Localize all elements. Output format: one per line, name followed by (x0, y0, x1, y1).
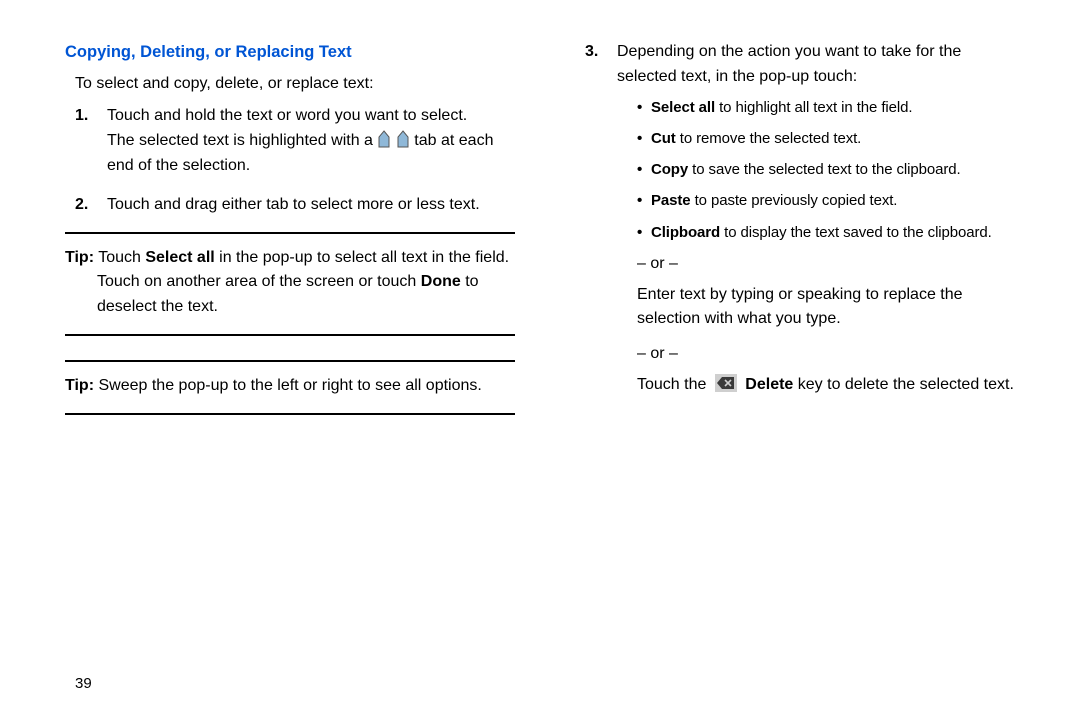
option-cut: Cut to remove the selected text. (637, 127, 1025, 150)
selection-tab-left-icon (377, 129, 391, 149)
tip-label: Tip: (65, 249, 94, 266)
step-3-text: Depending on the action you want to take… (617, 43, 961, 85)
option-cut-desc: to remove the selected text. (676, 130, 862, 147)
left-column: Copying, Deleting, or Replacing Text To … (65, 40, 515, 720)
option-select-all: Select all to highlight all text in the … (637, 96, 1025, 119)
step-3: Depending on the action you want to take… (611, 40, 1025, 398)
option-paste: Paste to paste previously copied text. (637, 189, 1025, 212)
section-heading: Copying, Deleting, or Replacing Text (65, 40, 515, 66)
manual-page: Copying, Deleting, or Replacing Text To … (0, 0, 1080, 720)
tip1-part-a: Touch (98, 249, 145, 266)
option-clipboard-label: Clipboard (651, 224, 720, 241)
delete-key-label: Delete (745, 376, 793, 393)
step-1-line1: Touch and hold the text or word you want… (107, 107, 467, 124)
intro-text: To select and copy, delete, or replace t… (75, 72, 515, 97)
right-column: Depending on the action you want to take… (575, 40, 1025, 720)
steps-list-left: Touch and hold the text or word you want… (75, 104, 515, 217)
selection-tab-right-icon (396, 129, 410, 149)
tip1-part-c: in the pop-up to select all text in the … (215, 249, 509, 266)
backspace-icon (715, 374, 737, 392)
replace-instruction: Enter text by typing or speaking to repl… (637, 283, 1025, 333)
tip1-done: Done (421, 273, 461, 290)
step-1-line2a: The selected text is highlighted with a (107, 132, 373, 149)
tip2-text: Sweep the pop-up to the left or right to… (98, 377, 481, 394)
tip-block-1: Tip: Touch Select all in the pop-up to s… (65, 232, 515, 336)
popup-options: Select all to highlight all text in the … (617, 96, 1025, 244)
option-copy: Copy to save the selected text to the cl… (637, 158, 1025, 181)
touch-the-text: Touch the (637, 376, 706, 393)
tip-label-2: Tip: (65, 377, 94, 394)
delete-key-desc: key to delete the selected text. (793, 376, 1014, 393)
option-copy-desc: to save the selected text to the clipboa… (688, 161, 960, 178)
tip1-selectall: Select all (145, 249, 214, 266)
or-divider-2: – or – (637, 342, 1025, 367)
tip1-part-d: Touch on another area of the screen or t… (97, 273, 421, 290)
option-copy-label: Copy (651, 161, 688, 178)
option-paste-label: Paste (651, 192, 691, 209)
delete-instruction: Touch the Delete key to delete the selec… (637, 373, 1025, 398)
option-select-all-label: Select all (651, 99, 715, 116)
or-divider-1: – or – (637, 252, 1025, 277)
page-number: 39 (75, 675, 92, 692)
option-clipboard: Clipboard to display the text saved to t… (637, 221, 1025, 244)
steps-list-right: Depending on the action you want to take… (585, 40, 1025, 398)
option-clipboard-desc: to display the text saved to the clipboa… (720, 224, 992, 241)
step-1: Touch and hold the text or word you want… (101, 104, 515, 178)
option-paste-desc: to paste previously copied text. (691, 192, 898, 209)
option-select-all-desc: to highlight all text in the field. (715, 99, 912, 116)
step-2: Touch and drag either tab to select more… (101, 193, 515, 218)
tip-block-2: Tip: Sweep the pop-up to the left or rig… (65, 360, 515, 415)
step-2-text: Touch and drag either tab to select more… (107, 196, 480, 213)
option-cut-label: Cut (651, 130, 676, 147)
